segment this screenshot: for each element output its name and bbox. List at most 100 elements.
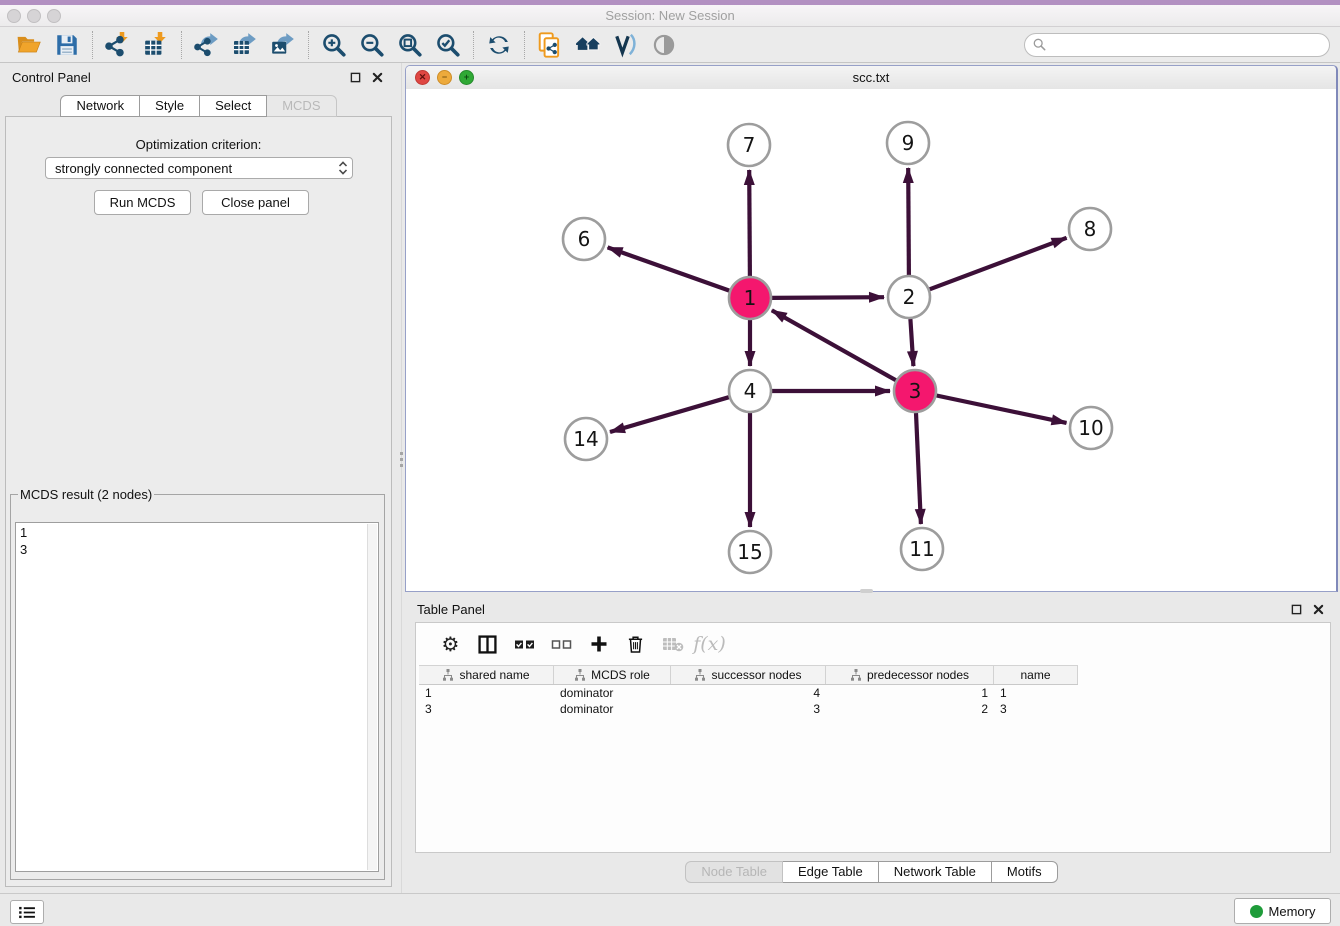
divider-handle[interactable] — [400, 452, 403, 455]
tab-network[interactable]: Network — [60, 95, 140, 117]
node-9[interactable]: 9 — [887, 122, 929, 164]
edge-3-10[interactable] — [937, 396, 1067, 423]
node-2[interactable]: 2 — [888, 276, 930, 318]
zoom-out-button[interactable] — [353, 30, 391, 60]
network-graph[interactable]: 1 2 3 4 6 7 8 9 10 11 14 15 — [406, 89, 1335, 591]
show-columns-button[interactable] — [469, 629, 506, 659]
edge-2-3[interactable] — [910, 319, 913, 366]
edge-3-11[interactable] — [916, 413, 921, 524]
export-network-button[interactable] — [188, 30, 226, 60]
open-browser-button[interactable] — [569, 30, 607, 60]
column-header-predecessor-nodes[interactable]: predecessor nodes — [826, 666, 994, 684]
zoom-selected-button[interactable] — [429, 30, 467, 60]
open-session-button[interactable] — [10, 30, 48, 60]
table-cell[interactable]: 1 — [994, 686, 1078, 700]
search-box[interactable] — [1024, 33, 1330, 57]
app-titlebar[interactable]: Session: New Session — [0, 5, 1340, 27]
node-14[interactable]: 14 — [565, 418, 607, 460]
search-input[interactable] — [1046, 36, 1321, 53]
table-cell[interactable]: 2 — [826, 702, 994, 716]
node-7[interactable]: 7 — [728, 124, 770, 166]
edge-2-9[interactable] — [908, 168, 909, 275]
tab-motifs[interactable]: Motifs — [992, 861, 1058, 883]
unselect-all-columns-button[interactable] — [543, 629, 580, 659]
trash-icon — [627, 634, 644, 654]
close-panel-button[interactable]: Close panel — [202, 190, 309, 215]
edge-4-14[interactable] — [610, 397, 729, 432]
table-cell[interactable]: dominator — [554, 686, 671, 700]
node-4[interactable]: 4 — [729, 370, 771, 412]
table-row[interactable]: 3dominator323 — [419, 701, 1330, 717]
node-11[interactable]: 11 — [901, 528, 943, 570]
node-label-7: 7 — [743, 133, 756, 157]
tab-style[interactable]: Style — [140, 95, 200, 117]
select-all-columns-button[interactable] — [506, 629, 543, 659]
column-header-name[interactable]: name — [994, 666, 1078, 684]
show-hide-graphics-button[interactable] — [645, 30, 683, 60]
horizontal-divider-handle[interactable] — [860, 589, 873, 593]
edge-1-7[interactable] — [749, 170, 750, 276]
table-cell[interactable]: 1 — [419, 686, 554, 700]
criterion-value: strongly connected component — [55, 161, 334, 176]
edge-2-8[interactable] — [930, 238, 1067, 289]
save-session-button[interactable] — [48, 30, 86, 60]
run-mcds-button[interactable]: Run MCDS — [94, 190, 191, 215]
node-3[interactable]: 3 — [894, 370, 936, 412]
edge-1-6[interactable] — [608, 247, 730, 290]
edge-3-1[interactable] — [772, 310, 896, 380]
table-cell[interactable]: 3 — [419, 702, 554, 716]
column-header-shared-name[interactable]: shared name — [419, 666, 554, 684]
table-cell[interactable]: 4 — [671, 686, 826, 700]
tab-node-table[interactable]: Node Table — [685, 861, 783, 883]
tab-mcds[interactable]: MCDS — [267, 95, 336, 117]
settings-button[interactable]: ⚙ — [432, 629, 469, 659]
table-cell[interactable]: 3 — [671, 702, 826, 716]
network-maximize-icon[interactable]: + — [459, 70, 474, 85]
zoom-fit-button[interactable] — [391, 30, 429, 60]
column-header-mcds-role[interactable]: MCDS role — [554, 666, 671, 684]
tab-select[interactable]: Select — [200, 95, 267, 117]
criterion-select[interactable]: strongly connected component — [45, 157, 353, 179]
close-panel-icon[interactable] — [369, 69, 385, 85]
close-table-panel-icon[interactable] — [1310, 601, 1326, 617]
node-1[interactable]: 1 — [729, 277, 771, 319]
table-row[interactable]: 1dominator411 — [419, 685, 1330, 701]
create-column-button[interactable] — [580, 629, 617, 659]
table-cell[interactable]: 1 — [826, 686, 994, 700]
import-table-button[interactable] — [137, 30, 175, 60]
delete-columns-button[interactable] — [617, 629, 654, 659]
node-6[interactable]: 6 — [563, 218, 605, 260]
task-history-button[interactable] — [10, 900, 44, 924]
result-scrollbar[interactable] — [367, 524, 377, 870]
memory-button[interactable]: Memory — [1234, 898, 1331, 924]
export-image-button[interactable] — [264, 30, 302, 60]
node-15[interactable]: 15 — [729, 531, 771, 573]
table-cell[interactable]: dominator — [554, 702, 671, 716]
node-8[interactable]: 8 — [1069, 208, 1111, 250]
app-title: Session: New Session — [0, 8, 1340, 23]
column-header-successor-nodes[interactable]: successor nodes — [671, 666, 826, 684]
network-minimize-icon[interactable]: − — [437, 70, 452, 85]
zoom-in-button[interactable] — [315, 30, 353, 60]
import-network-button[interactable] — [99, 30, 137, 60]
tab-edge-table[interactable]: Edge Table — [783, 861, 879, 883]
vizmap-button[interactable] — [607, 30, 645, 60]
panel-divider[interactable] — [401, 63, 402, 893]
network-from-document-button[interactable] — [531, 30, 569, 60]
float-panel-icon[interactable] — [347, 69, 363, 85]
delete-table-icon — [662, 636, 684, 652]
network-canvas[interactable]: 1 2 3 4 6 7 8 9 10 11 14 15 — [406, 89, 1336, 591]
network-window-titlebar[interactable]: ✕ − + scc.txt — [406, 66, 1336, 90]
export-table-button[interactable] — [226, 30, 264, 60]
mcds-result-box[interactable]: 1 3 — [15, 522, 379, 872]
apply-layout-button[interactable] — [480, 30, 518, 60]
column-label: name — [1020, 668, 1050, 682]
toolbar-separator — [473, 31, 474, 59]
node-10[interactable]: 10 — [1070, 407, 1112, 449]
edge-1-2[interactable] — [772, 297, 884, 298]
tab-network-table[interactable]: Network Table — [879, 861, 992, 883]
table-cell[interactable]: 3 — [994, 702, 1078, 716]
network-close-icon[interactable]: ✕ — [415, 70, 430, 85]
mcds-result-title: MCDS result (2 nodes) — [18, 487, 154, 502]
float-table-panel-icon[interactable] — [1288, 601, 1304, 617]
